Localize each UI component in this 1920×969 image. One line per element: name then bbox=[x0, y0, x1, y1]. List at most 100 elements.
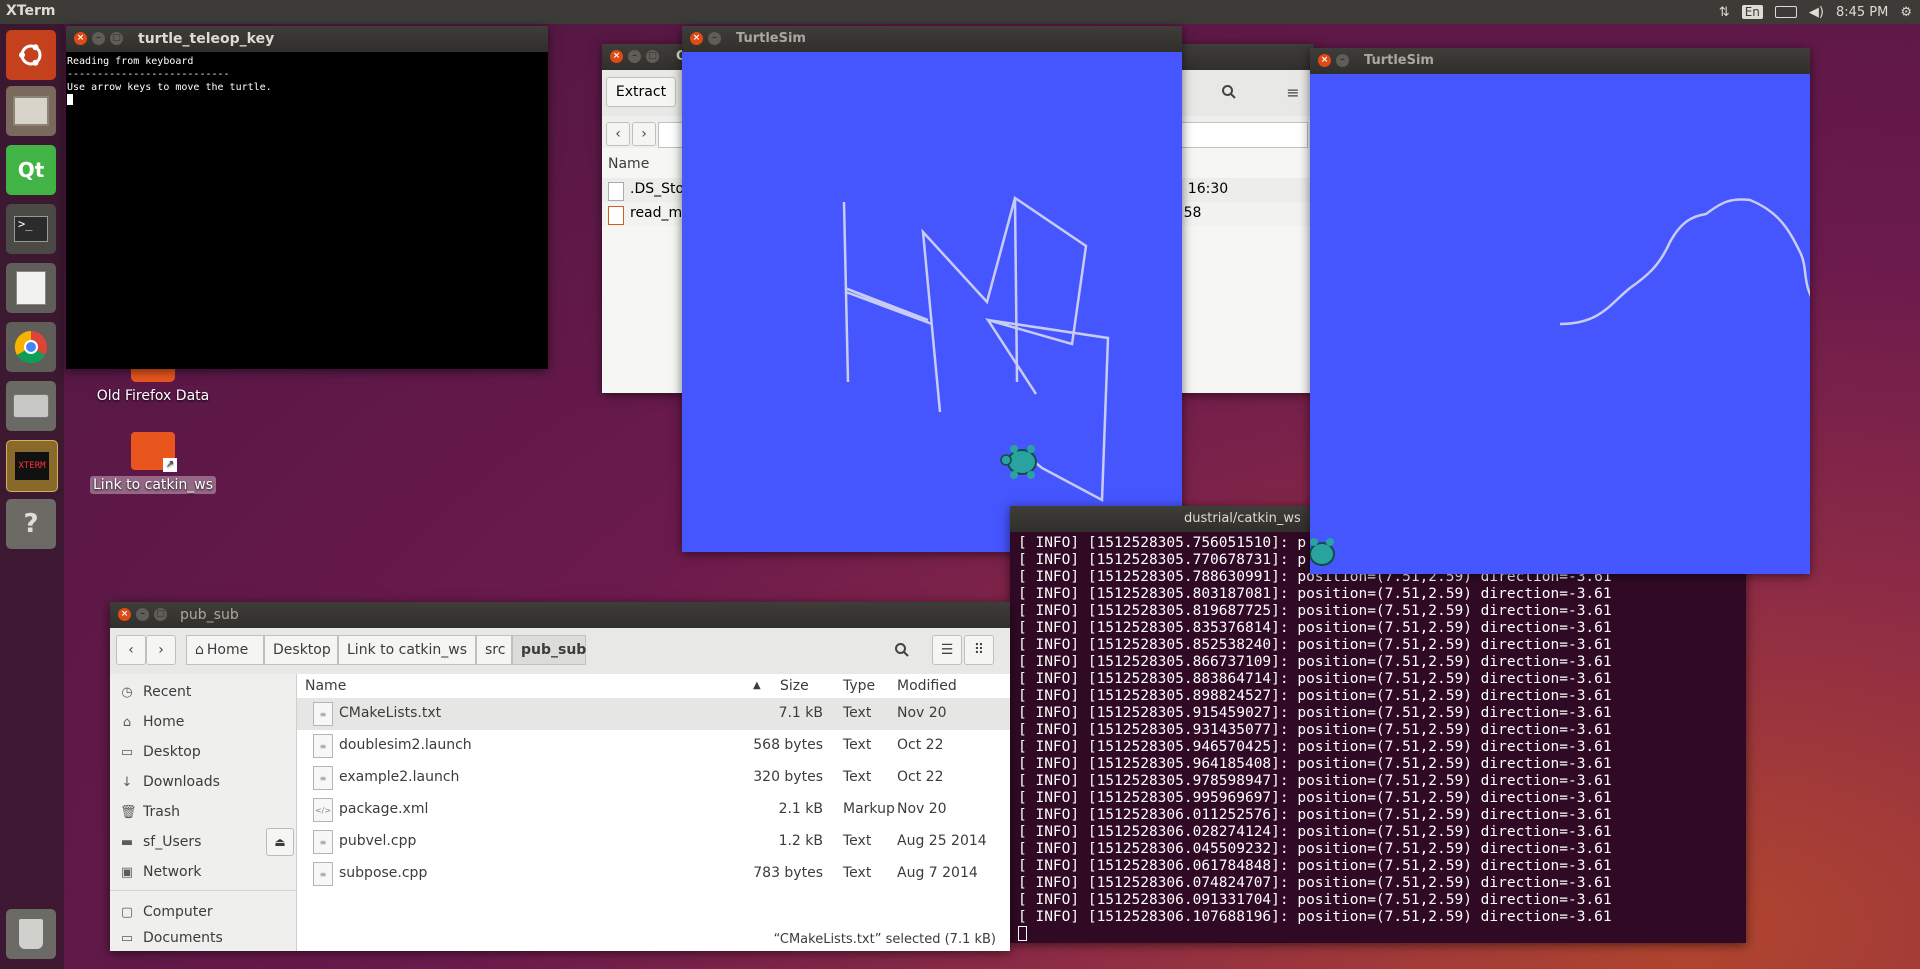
download-icon: ↓ bbox=[121, 774, 133, 790]
qt-creator-icon[interactable]: Qt bbox=[6, 145, 56, 195]
maximize-button[interactable]: □ bbox=[154, 608, 167, 621]
files-icon[interactable] bbox=[6, 86, 56, 136]
ubuntu-dash-icon[interactable] bbox=[6, 30, 56, 80]
column-header-type[interactable]: Type bbox=[843, 678, 875, 694]
terminal-line: [ INFO] [1512528305.898824527]: position… bbox=[1018, 688, 1612, 704]
sidebar-item-label: sf_Users bbox=[143, 834, 202, 850]
eject-icon[interactable]: ⏏ bbox=[266, 828, 294, 856]
terminal-cursor bbox=[1018, 926, 1027, 941]
table-row[interactable]: ≡ pubvel.cpp 1.2 kB Text Aug 25 2014 bbox=[297, 826, 1010, 858]
forward-button[interactable]: › bbox=[146, 635, 176, 665]
network-icon: ▣ bbox=[120, 864, 134, 880]
close-button[interactable]: × bbox=[74, 32, 87, 45]
help-icon[interactable]: ? bbox=[6, 499, 56, 549]
file-name: package.xml bbox=[339, 801, 429, 817]
sidebar-item-recent[interactable]: ◷ Recent bbox=[120, 680, 191, 704]
sidebar-item-home[interactable]: ⌂ Home bbox=[120, 710, 184, 734]
table-row[interactable]: ≡ subpose.cpp 783 bytes Text Aug 7 2014 bbox=[297, 858, 1010, 890]
titlebar: × – TurtleSim bbox=[1310, 48, 1810, 74]
terminal-line: [ INFO] [1512528306.011252576]: position… bbox=[1018, 807, 1612, 823]
column-header-name[interactable]: Name bbox=[305, 678, 346, 694]
table-row[interactable]: ≡ example2.launch 320 bytes Text Oct 22 bbox=[297, 762, 1010, 794]
battery-icon[interactable] bbox=[1774, 6, 1797, 18]
window-title: TurtleSim bbox=[1364, 53, 1434, 68]
folder-icon: ▭ bbox=[120, 930, 134, 946]
titlebar: × – □ turtle_teleop_key bbox=[66, 26, 548, 52]
sidebar-item-sf-users[interactable]: ▬ sf_Users bbox=[120, 830, 202, 854]
sidebar-item-network[interactable]: ▣ Network bbox=[120, 860, 202, 884]
text-file-icon: ≡ bbox=[313, 702, 333, 726]
desktop-icon-link-to-catkin-ws[interactable]: ↗ Link to catkin_ws bbox=[90, 432, 216, 494]
close-button[interactable]: × bbox=[690, 32, 703, 45]
column-header-modified[interactable]: Modified bbox=[897, 678, 957, 694]
breadcrumb-home[interactable]: ⌂ Home bbox=[186, 635, 264, 665]
sidebar-item-desktop[interactable]: ▭ Desktop bbox=[120, 740, 201, 764]
file-manager-toolbar: ‹ › ⌂ Home Desktop Link to catkin_ws src … bbox=[110, 628, 1010, 675]
close-button[interactable]: × bbox=[610, 50, 623, 63]
close-button[interactable]: × bbox=[1318, 54, 1331, 67]
terminal-line: [ INFO] [1512528306.028274124]: position… bbox=[1018, 824, 1612, 840]
table-row[interactable]: </> package.xml 2.1 kB Markup Nov 20 bbox=[297, 794, 1010, 826]
sidebar-item-downloads[interactable]: ↓ Downloads bbox=[120, 770, 220, 794]
table-row[interactable]: ≡ doublesim2.launch 568 bytes Text Oct 22 bbox=[297, 730, 1010, 762]
file-icon bbox=[608, 206, 624, 225]
gear-icon[interactable]: ⚙ bbox=[1900, 5, 1912, 20]
file-type: Text bbox=[843, 833, 872, 849]
list-view-icon[interactable]: ☰ bbox=[932, 635, 962, 665]
search-icon[interactable] bbox=[1212, 77, 1246, 107]
titlebar: × – TurtleSim bbox=[682, 26, 1182, 52]
terminal-line: [ INFO] [1512528305.835376814]: position… bbox=[1018, 620, 1612, 636]
top-panel: XTerm ⇅ En ◀) 8:45 PM ⚙ bbox=[0, 0, 1920, 24]
grid-view-icon[interactable]: ⠿ bbox=[964, 635, 994, 665]
close-button[interactable]: × bbox=[118, 608, 131, 621]
sidebar-item-documents[interactable]: ▭ Documents bbox=[120, 930, 223, 946]
text-file-icon: ≡ bbox=[313, 766, 333, 790]
drive-icon: ▬ bbox=[120, 834, 134, 850]
minimize-button[interactable]: – bbox=[92, 32, 105, 45]
breadcrumb-desktop[interactable]: Desktop bbox=[264, 635, 338, 665]
clock[interactable]: 8:45 PM bbox=[1836, 5, 1888, 20]
turtle-icon bbox=[1309, 538, 1335, 566]
minimize-button[interactable]: – bbox=[136, 608, 149, 621]
window-title: turtle_teleop_key bbox=[138, 31, 275, 47]
sidebar-item-computer[interactable]: ▢ Computer bbox=[120, 900, 213, 924]
terminal-line: [ INFO] [1512528305.803187081]: position… bbox=[1018, 586, 1612, 602]
window-title: dustrial/catkin_ws bbox=[1184, 511, 1301, 526]
minimize-button[interactable]: – bbox=[1336, 54, 1349, 67]
forward-button[interactable]: › bbox=[632, 122, 656, 146]
file-modified: Oct 22 bbox=[897, 737, 944, 753]
column-header-name[interactable]: Name bbox=[608, 156, 649, 172]
scanner-icon[interactable] bbox=[6, 381, 56, 431]
text-editor-icon[interactable] bbox=[6, 263, 56, 313]
sidebar-item-label: Computer bbox=[143, 904, 213, 920]
file-name: read_m bbox=[630, 205, 683, 221]
breadcrumb-src[interactable]: src bbox=[476, 635, 512, 665]
chrome-icon[interactable] bbox=[6, 322, 56, 372]
teleop-terminal[interactable]: Reading from keyboard ------------------… bbox=[66, 52, 548, 369]
back-button[interactable]: ‹ bbox=[606, 122, 630, 146]
file-type: Text bbox=[843, 865, 872, 881]
menu-icon[interactable]: ≡ bbox=[1278, 77, 1308, 107]
minimize-button[interactable]: – bbox=[708, 32, 721, 45]
file-modified: Nov 20 bbox=[897, 801, 947, 817]
log-terminal[interactable]: [ INFO] [1512528305.756051510]: p[ INFO]… bbox=[1010, 532, 1746, 943]
xterm-icon[interactable]: XTERM bbox=[6, 440, 58, 492]
terminal-icon[interactable]: >_ bbox=[6, 204, 56, 254]
terminal-line: [ INFO] [1512528305.946570425]: position… bbox=[1018, 739, 1612, 755]
maximize-button[interactable]: □ bbox=[110, 32, 123, 45]
breadcrumb-pub-sub[interactable]: pub_sub bbox=[512, 635, 586, 665]
minimize-button[interactable]: – bbox=[628, 50, 641, 63]
breadcrumb-link-to-catkin-ws[interactable]: Link to catkin_ws bbox=[338, 635, 476, 665]
trash-icon[interactable] bbox=[6, 909, 56, 959]
column-header-size[interactable]: Size bbox=[780, 678, 809, 694]
sidebar-item-trash[interactable]: 🗑 Trash bbox=[120, 800, 180, 824]
maximize-button[interactable]: □ bbox=[646, 50, 659, 63]
search-icon[interactable] bbox=[894, 642, 910, 662]
network-icon[interactable]: ⇅ bbox=[1719, 5, 1730, 20]
volume-icon[interactable]: ◀) bbox=[1809, 5, 1824, 20]
extract-button[interactable]: Extract bbox=[606, 77, 676, 107]
back-button[interactable]: ‹ bbox=[116, 635, 146, 665]
file-size: 783 bytes bbox=[753, 865, 823, 881]
keyboard-layout[interactable]: En bbox=[1741, 5, 1763, 19]
table-row[interactable]: ≡ CMakeLists.txt 7.1 kB Text Nov 20 bbox=[297, 698, 1010, 730]
